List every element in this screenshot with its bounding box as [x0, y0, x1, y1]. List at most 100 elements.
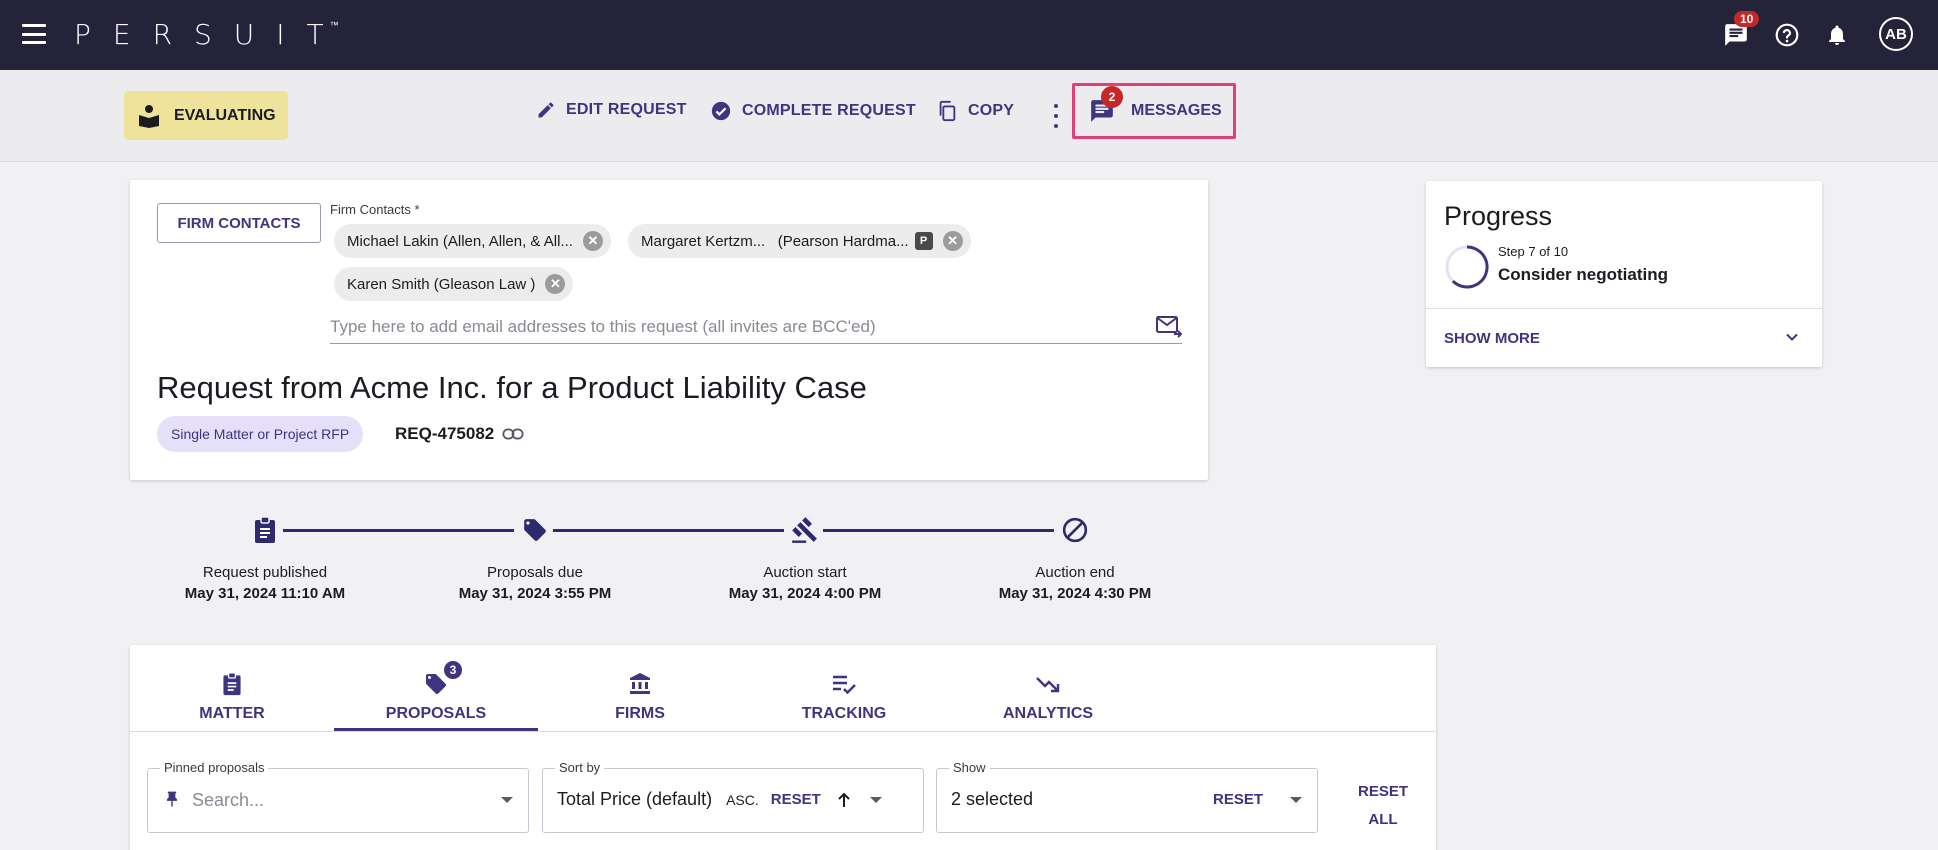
complete-request-label: COMPLETE REQUEST: [742, 102, 916, 119]
contact-name: Michael Lakin (Allen, Allen, & All...: [347, 232, 573, 250]
alerts-button[interactable]: [1821, 19, 1853, 51]
tag-icon: [524, 519, 546, 541]
chat-notifications-button[interactable]: 10: [1720, 11, 1760, 51]
timeline-date: May 31, 2024 11:10 AM: [184, 585, 346, 602]
tab-label: TRACKING: [801, 705, 887, 722]
pinned-proposals-select[interactable]: Pinned proposals Search...: [147, 760, 529, 833]
messages-button[interactable]: 2 MESSAGES: [1072, 83, 1236, 139]
bell-icon: [1829, 25, 1845, 45]
request-title: Request from Acme Inc. for a Product Lia…: [157, 370, 867, 405]
contact-name: Karen Smith (Gleason Law ): [347, 275, 536, 293]
contact-chip: Karen Smith (Gleason Law ) ✕: [334, 267, 574, 301]
checklist-icon: [833, 675, 856, 695]
messages-badge: 2: [1101, 86, 1123, 108]
help-icon: [1775, 23, 1799, 47]
logo-trademark: ™: [329, 20, 339, 31]
show-value: 2 selected: [951, 789, 1034, 809]
contact-chip: Michael Lakin (Allen, Allen, & All... ✕: [334, 224, 611, 258]
clipboard-icon: [223, 672, 241, 696]
reset-all-line1: RESET: [1357, 783, 1408, 800]
timeline-date: May 31, 2024 4:30 PM: [998, 585, 1152, 602]
request-action-bar: EVALUATING EDIT REQUEST COMPLETE REQUEST…: [0, 70, 1938, 162]
remove-contact-icon[interactable]: ✕: [942, 231, 963, 251]
sort-direction: ASC.: [726, 791, 759, 808]
tab-proposals[interactable]: 3 PROPOSALS: [334, 659, 538, 723]
sort-reset-button[interactable]: RESET: [771, 791, 821, 808]
remove-contact-icon[interactable]: ✕: [582, 231, 603, 251]
divider: [1426, 308, 1822, 309]
status-label: EVALUATING: [174, 106, 276, 124]
timeline-step-published: Request published May 31, 2024 11:10 AM: [130, 510, 400, 602]
tab-label: PROPOSALS: [385, 705, 487, 722]
bank-icon: [630, 673, 650, 694]
tab-analytics[interactable]: ANALYTICS: [946, 669, 1150, 723]
primary-contact-tag: P: [914, 232, 933, 250]
timeline-label: Request published: [202, 564, 328, 581]
firm-contacts-label: Firm Contacts *: [330, 202, 420, 217]
request-tabs-card: MATTER 3 PROPOSALS FIRMS TRACKING ANALYT…: [130, 645, 1436, 850]
progress-card: Progress Step 7 of 10 Consider negotiati…: [1426, 181, 1822, 367]
persuit-logo[interactable]: PERSUIT™: [74, 18, 355, 51]
show-select[interactable]: Show 2 selected RESET: [936, 760, 1318, 833]
timeline-date: May 31, 2024 4:00 PM: [728, 585, 882, 602]
proposals-count-badge: 3: [442, 659, 464, 681]
chevron-down-icon[interactable]: [1782, 327, 1802, 347]
menu-icon[interactable]: [22, 24, 46, 44]
timeline-step-proposals-due: Proposals due May 31, 2024 3:55 PM: [400, 510, 670, 602]
dropdown-arrow-icon[interactable]: [500, 796, 514, 804]
show-label: Show: [949, 760, 990, 775]
request-id-text: REQ-475082: [395, 424, 495, 443]
remove-contact-icon[interactable]: ✕: [545, 274, 566, 294]
tab-firms[interactable]: FIRMS: [538, 669, 742, 723]
sort-by-select[interactable]: Sort by Total Price (default) ASC. RESET: [542, 760, 924, 833]
clipboard-icon: [255, 516, 275, 543]
edit-request-label: EDIT REQUEST: [566, 101, 687, 118]
user-avatar[interactable]: AB: [1879, 17, 1913, 51]
request-type-pill: Single Matter or Project RFP: [157, 416, 364, 452]
pin-icon: [167, 791, 177, 807]
progress-ring-icon: [1445, 245, 1489, 289]
request-timeline: Request published May 31, 2024 11:10 AM …: [160, 510, 1180, 620]
complete-request-button[interactable]: COMPLETE REQUEST: [710, 100, 916, 122]
email-invite-input[interactable]: Type here to add email addresses to this…: [330, 310, 1182, 344]
send-email-icon[interactable]: [1156, 314, 1182, 338]
edit-request-button[interactable]: EDIT REQUEST: [536, 100, 687, 120]
contact-name: Margaret Kertzm... (Pearson Hardma...: [641, 232, 909, 250]
tab-label: ANALYTICS: [1002, 705, 1094, 722]
status-badge: EVALUATING: [124, 91, 288, 140]
link-icon[interactable]: [502, 427, 524, 441]
reset-all-line2: ALL: [1368, 811, 1398, 828]
tab-matter[interactable]: MATTER: [130, 669, 334, 723]
timeline-date: May 31, 2024 3:55 PM: [458, 585, 612, 602]
top-bar: PERSUIT™ 10 AB: [0, 0, 1938, 70]
sort-by-value: Total Price (default): [557, 789, 713, 809]
pinned-proposals-label: Pinned proposals: [160, 760, 269, 775]
tab-tracking[interactable]: TRACKING: [742, 669, 946, 723]
dropdown-arrow-icon[interactable]: [1289, 796, 1303, 804]
pencil-icon: [538, 102, 554, 118]
show-reset-button[interactable]: RESET: [1213, 791, 1263, 808]
check-circle-icon: [711, 101, 731, 121]
tab-label: FIRMS: [615, 705, 665, 722]
timeline-label: Proposals due: [487, 564, 583, 581]
copy-button[interactable]: COPY: [936, 100, 1014, 122]
blocked-icon: [1062, 517, 1088, 543]
gavel-icon: [792, 517, 817, 543]
show-more-button[interactable]: SHOW MORE: [1444, 330, 1540, 347]
dropdown-arrow-icon[interactable]: [869, 796, 883, 804]
tab-label: MATTER: [199, 705, 265, 722]
timeline-step-auction-end: Auction end May 31, 2024 4:30 PM: [940, 510, 1210, 602]
reset-all-button[interactable]: RESET ALL: [1348, 778, 1418, 834]
help-button[interactable]: [1771, 19, 1803, 51]
progress-step: Step 7 of 10: [1498, 244, 1569, 259]
more-options-icon[interactable]: [1050, 104, 1062, 128]
copy-icon: [939, 100, 956, 122]
timeline-label: Auction end: [1035, 564, 1115, 581]
progress-title: Progress: [1444, 201, 1553, 231]
firm-contacts-button[interactable]: FIRM CONTACTS: [157, 203, 321, 243]
progress-current-step: Consider negotiating: [1498, 265, 1668, 284]
timeline-step-auction-start: Auction start May 31, 2024 4:00 PM: [670, 510, 940, 602]
arrow-up-icon[interactable]: [837, 792, 851, 808]
email-invite-placeholder: Type here to add email addresses to this…: [330, 316, 876, 336]
request-id: REQ-475082: [395, 424, 524, 444]
